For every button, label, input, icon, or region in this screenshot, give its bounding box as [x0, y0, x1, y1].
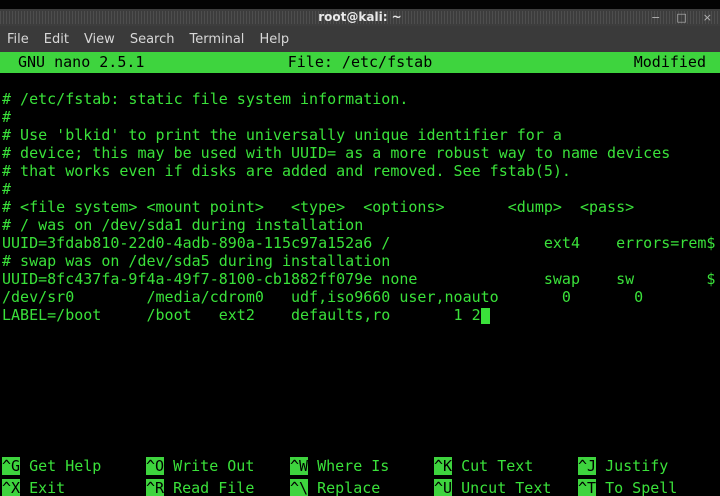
nano-filename-label: File: /etc/fstab	[287, 53, 433, 71]
shortcut-label: Replace	[308, 479, 381, 496]
menu-item-edit[interactable]: Edit	[44, 32, 69, 47]
window-titlebar[interactable]: root@kali: ~ − □ ×	[0, 9, 720, 26]
shortcut-key: ^G	[2, 457, 21, 475]
shortcut-cut-text: ^K Cut Text	[434, 457, 533, 475]
editor-line: # swap was on /dev/sda5 during installat…	[2, 252, 391, 270]
editor-line: # that works even if disks are added and…	[2, 162, 571, 180]
editor-line: UUID=3fdab810-22d0-4adb-890a-115c97a152a…	[2, 234, 716, 252]
shortcut-key: ^X	[2, 479, 21, 496]
menu-item-file[interactable]: File	[7, 32, 29, 47]
shortcut-get-help: ^G Get Help	[2, 457, 101, 475]
menu-item-terminal[interactable]: Terminal	[189, 32, 244, 47]
shortcut-label: Cut Text	[452, 457, 534, 475]
nano-shortcuts-row-1: ^G Get Help ^O Write Out ^W Where Is ^K Cut…	[2, 457, 720, 475]
shortcut-key: ^J	[578, 457, 597, 475]
shortcut-key: ^O	[146, 457, 165, 475]
editor-line: # Use 'blkid' to print the universally u…	[2, 126, 562, 144]
shortcut-label: Justify	[596, 457, 669, 475]
shortcut-exit: ^X Exit	[2, 479, 65, 496]
terminal-screen[interactable]: GNU nano 2.5.1 File: /etc/fstab Modified…	[0, 52, 720, 496]
shortcut-label: Where Is	[308, 457, 390, 475]
shortcut-key: ^U	[434, 479, 453, 496]
editor-line: UUID=8fc437fa-9f4a-49f7-8100-cb1882ff079…	[2, 270, 716, 288]
window-title: root@kali: ~	[318, 10, 402, 24]
shortcut-uncut-text: ^U Uncut Text	[434, 479, 551, 496]
shortcut-key: ^T	[578, 479, 597, 496]
window-controls: − □ ×	[651, 9, 712, 26]
shortcut-read-file: ^R Read File	[146, 479, 254, 496]
shortcut-to-spell: ^T To Spell	[578, 479, 677, 496]
shortcut-label: Exit	[20, 479, 66, 496]
kali-terminal-window: root@kali: ~ − □ × File Edit View Search Ter…	[0, 0, 720, 496]
editor-line: #	[2, 180, 12, 198]
editor-line: #	[2, 108, 12, 126]
shortcut-justify: ^J Justify	[578, 457, 668, 475]
terminal-menubar: File Edit View Search Terminal Help	[0, 26, 720, 52]
shortcut-label: Uncut Text	[452, 479, 552, 496]
editor-line: # / was on /dev/sda1 during installation	[2, 216, 364, 234]
nano-titlebar: GNU nano 2.5.1 File: /etc/fstab Modified	[0, 52, 720, 73]
shortcut-key: ^K	[434, 457, 453, 475]
shortcut-label: Write Out	[164, 457, 255, 475]
editor-line: # <file system> <mount point> <type> <op…	[2, 198, 635, 216]
nano-shortcuts-row-2: ^X Exit ^R Read File ^\ Replace ^U Uncut Te…	[2, 479, 720, 496]
shortcut-write-out: ^O Write Out	[146, 457, 254, 475]
text-cursor	[480, 308, 490, 324]
menu-item-view[interactable]: View	[84, 32, 115, 47]
nano-modified-badge: Modified	[633, 53, 706, 71]
editor-line: /dev/sr0 /media/cdrom0 udf,iso9660 user,…	[2, 288, 644, 306]
editor-line: # /etc/fstab: static file system informa…	[2, 90, 409, 108]
nano-edit-buffer[interactable]: # /etc/fstab: static file system informa…	[2, 72, 720, 324]
shortcut-key: ^\	[290, 479, 309, 496]
shortcut-label: Read File	[164, 479, 255, 496]
editor-line: # device; this may be used with UUID= as…	[2, 144, 671, 162]
editor-line: LABEL=/boot /boot ext2 defaults,ro 1 2	[2, 306, 720, 324]
desktop-background-strip	[0, 0, 720, 9]
menu-item-search[interactable]: Search	[130, 32, 175, 47]
shortcut-key: ^W	[290, 457, 309, 475]
shortcut-replace: ^\ Replace	[290, 479, 380, 496]
close-icon[interactable]: ×	[703, 9, 712, 26]
shortcut-where-is: ^W Where Is	[290, 457, 389, 475]
shortcut-label: To Spell	[596, 479, 678, 496]
menu-item-help[interactable]: Help	[259, 32, 289, 47]
maximize-icon[interactable]: □	[676, 9, 686, 26]
shortcut-label: Get Help	[20, 457, 102, 475]
minimize-icon[interactable]: −	[651, 9, 660, 26]
shortcut-key: ^R	[146, 479, 165, 496]
